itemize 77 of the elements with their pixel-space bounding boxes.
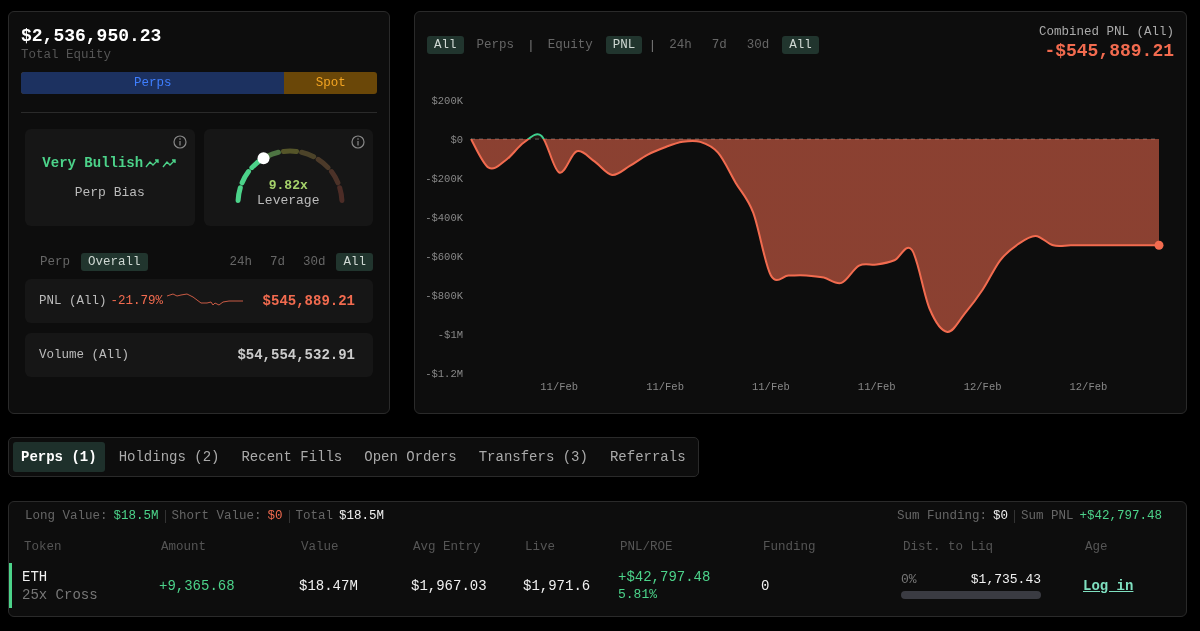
column-header: Live (525, 540, 556, 554)
spot-label: Spot (314, 75, 347, 92)
column-header: Amount (161, 540, 207, 554)
leverage-mode: 25x Cross (22, 586, 99, 603)
column-header: Token (24, 540, 63, 554)
bias-value: Very Bullish (42, 155, 144, 171)
volume-value: $54,554,532.91 (237, 347, 355, 363)
column-header: Age (1085, 540, 1109, 554)
pnl-value: $545,889.21 (262, 293, 355, 309)
summary-label: Short Value: (171, 509, 262, 523)
bias-label: Perp Bias (74, 185, 145, 200)
info-icon[interactable] (172, 135, 187, 149)
roe-cell-text: 5.81% (618, 587, 658, 602)
y-axis-label: -$800K (425, 290, 463, 302)
x-axis-label: 12/Feb (963, 381, 1002, 393)
scope-filter[interactable]: Overall (81, 253, 148, 271)
summary-value: $18.5M (339, 509, 385, 523)
pnl-label: PNL (All) (39, 294, 107, 308)
leverage-label: Leverage (257, 192, 320, 208)
summary-label: Sum Funding: (896, 509, 987, 523)
login-link[interactable]: Log in (1083, 577, 1134, 594)
chart-filter[interactable]: All (427, 36, 464, 54)
column-header: Funding (763, 540, 817, 554)
summary-label: Total (295, 509, 334, 523)
x-axis-label: 12/Feb (1069, 381, 1108, 393)
chart-filter[interactable]: Perps (469, 36, 522, 54)
tab[interactable]: Transfers (3) (470, 442, 596, 472)
range-filter[interactable]: All (336, 253, 373, 271)
y-axis-label: $200K (431, 95, 463, 107)
live-price-cell-text: $1,971.6 (523, 577, 592, 594)
info-icon[interactable] (351, 135, 365, 149)
column-header: Avg Entry (413, 540, 482, 554)
summary-label: Sum PNL (1020, 509, 1074, 523)
filter-separator: | (648, 37, 657, 53)
summary-label: Long Value: (25, 509, 108, 523)
trend-arrows-icon (145, 157, 178, 169)
chart-filter[interactable]: PNL (605, 36, 643, 54)
amount-cell-text: +9,365.68 (159, 577, 236, 594)
perps-allocation-fill: Perps (21, 72, 285, 94)
token-name: ETH (22, 568, 49, 585)
y-axis-label: -$1M (437, 329, 463, 341)
column-header: PNL/ROE (620, 540, 674, 554)
leverage-value: 9.82x (268, 177, 308, 193)
summary-value: $0 (992, 509, 1008, 523)
x-axis-label: 11/Feb (857, 381, 896, 393)
tab[interactable]: Perps (1) (13, 442, 105, 472)
tab[interactable]: Open Orders (356, 442, 465, 472)
tab[interactable]: Recent Fills (233, 442, 351, 472)
liq-distance: 0% (901, 572, 917, 587)
y-axis-label: -$600K (425, 251, 463, 263)
funding-cell-text: 0 (761, 577, 771, 594)
summary-value: +$42,797.48 (1079, 509, 1162, 523)
x-axis-label: 11/Feb (540, 381, 579, 393)
filter-separator: | (527, 37, 535, 53)
pnl-change: -21.79% (110, 294, 164, 308)
value-cell-text: $18.47M (299, 577, 359, 594)
y-axis-label: -$200K (425, 173, 463, 185)
x-axis-label: 11/Feb (646, 381, 684, 393)
tab[interactable]: Referrals (601, 442, 694, 472)
y-axis-label: -$400K (425, 212, 463, 224)
total-equity-value: $2,536,950.23 (21, 26, 163, 46)
chart-title: Combined PNL (All) (1038, 25, 1174, 39)
total-equity-label: Total Equity (21, 48, 112, 62)
summary-value: $18.5M (113, 509, 159, 523)
summary-value: $0 (267, 509, 283, 523)
liq-price: $1,735.43 (970, 572, 1041, 587)
y-axis-label: $0 (450, 134, 463, 146)
avg-entry-cell-text: $1,967.03 (411, 577, 488, 594)
pnl-cell-text: +$42,797.48 (618, 569, 712, 585)
volume-label: Volume (All) (39, 348, 129, 362)
column-header: Dist. to Liq (903, 540, 994, 554)
column-header: Value (301, 540, 340, 554)
combined-pnl-value: -$545,889.21 (1043, 41, 1174, 61)
tab[interactable]: Holdings (2) (110, 442, 228, 472)
y-axis-label: -$1.2M (425, 368, 463, 380)
chart-filter[interactable]: All (782, 36, 819, 54)
x-axis-label: 11/Feb (752, 381, 790, 393)
